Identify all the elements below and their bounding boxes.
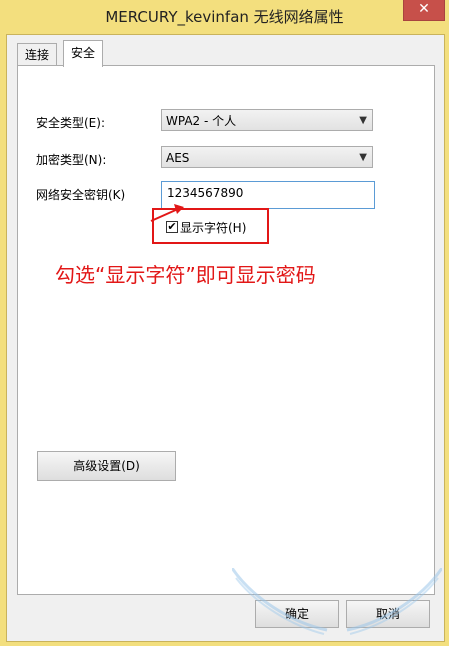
- advanced-settings-button[interactable]: 高级设置(D): [37, 451, 176, 481]
- chevron-down-icon: ▼: [359, 152, 367, 163]
- security-type-label: 安全类型(E):: [36, 116, 105, 130]
- security-panel: 安全类型(E): WPA2 - 个人 ▼ 加密类型(N): AES ▼ 网络安全…: [17, 65, 435, 595]
- close-button[interactable]: ✕: [403, 0, 445, 21]
- annotation-text: 勾选“显示字符”即可显示密码: [55, 263, 316, 287]
- security-type-value: WPA2 - 个人: [166, 114, 237, 128]
- network-key-input[interactable]: 1234567890: [161, 181, 375, 209]
- title-bar: MERCURY_kevinfan 无线网络属性 ✕: [0, 0, 449, 34]
- chevron-down-icon: ▼: [359, 115, 367, 126]
- encryption-type-value: AES: [166, 151, 190, 165]
- tab-security[interactable]: 安全: [63, 40, 104, 67]
- dialog-client: 连接 安全 安全类型(E): WPA2 - 个人 ▼ 加密类型(N): AES …: [6, 34, 445, 642]
- security-type-select[interactable]: WPA2 - 个人 ▼: [161, 109, 373, 131]
- window-title: MERCURY_kevinfan 无线网络属性: [105, 8, 344, 26]
- encryption-type-label: 加密类型(N):: [36, 153, 107, 167]
- network-key-label: 网络安全密钥(K): [36, 188, 126, 202]
- show-characters-label[interactable]: 显示字符(H): [180, 219, 246, 236]
- encryption-type-select[interactable]: AES ▼: [161, 146, 373, 168]
- watermark-logo-icon: [232, 568, 442, 635]
- tab-connection[interactable]: 连接: [17, 43, 58, 66]
- show-characters-checkbox[interactable]: ✔: [166, 221, 178, 233]
